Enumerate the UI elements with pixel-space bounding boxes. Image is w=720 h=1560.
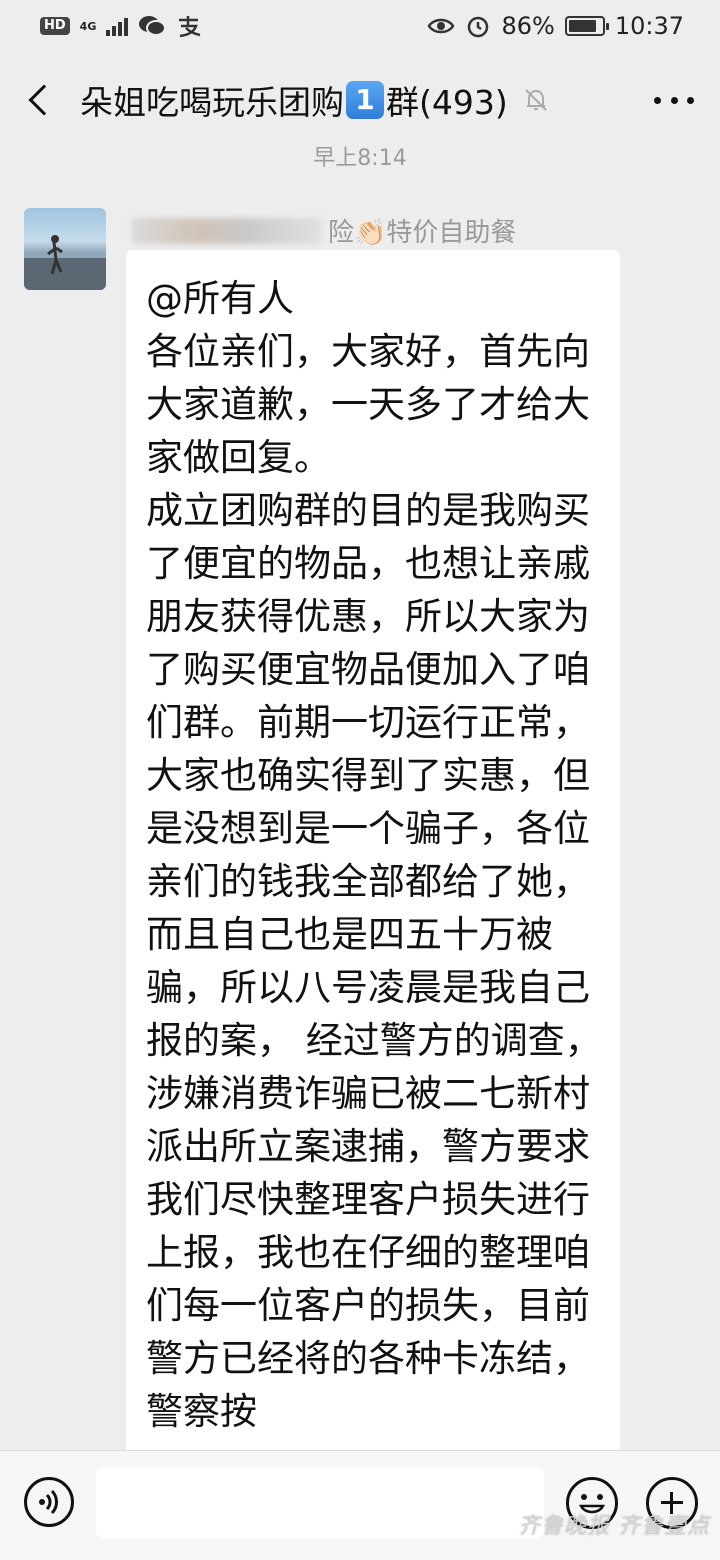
alarm-icon xyxy=(468,16,489,38)
battery-level xyxy=(568,20,597,32)
chat-title-suffix: 群(493) xyxy=(386,83,508,122)
wechat-group-chat-screen: HD 4G 86% 10:37 朵姐吃喝玩乐团购 1 群(493) 早上8:14… xyxy=(0,0,720,1560)
alipay-icon xyxy=(179,16,201,38)
sender-name: 险👏🏻特价自助餐 xyxy=(132,212,516,249)
back-button[interactable] xyxy=(0,52,80,148)
avatar-image xyxy=(24,235,106,290)
hd-badge: HD xyxy=(40,17,70,35)
watermark: 齐鲁晚报 齐鲁壹点 xyxy=(518,1514,710,1539)
chat-title: 朵姐吃喝玩乐团购 1 群(493) xyxy=(80,76,550,124)
sender-avatar[interactable] xyxy=(24,208,106,290)
message-text: @所有人 各位亲们，大家好，首先向大家道歉，一天多了才给大家做回复。 成立团购群… xyxy=(146,277,602,1433)
more-dot-icon xyxy=(687,96,694,104)
clock: 10:37 xyxy=(614,12,684,40)
more-dot-icon xyxy=(670,96,678,104)
eye-icon xyxy=(428,18,455,34)
chat-header: 朵姐吃喝玩乐团购 1 群(493) xyxy=(0,52,720,148)
blurred-name xyxy=(132,217,322,244)
status-bar-right: 86% 10:37 xyxy=(427,12,684,40)
status-bar: HD 4G 86% 10:37 xyxy=(0,0,720,52)
battery-icon xyxy=(564,16,609,36)
more-dot-icon xyxy=(654,96,661,104)
status-bar-left: HD 4G xyxy=(40,14,202,38)
message-timestamp: 早上8:14 xyxy=(313,146,407,171)
battery-percent: 86% xyxy=(501,12,555,40)
sender-name-text: 险👏🏻特价自助餐 xyxy=(328,218,517,248)
input-bar xyxy=(0,1450,720,1560)
voice-icon xyxy=(39,1489,58,1515)
signal-icon xyxy=(106,16,129,36)
wechat-icon xyxy=(139,16,167,36)
message-bubble[interactable]: @所有人 各位亲们，大家好，首先向大家道歉，一天多了才给大家做回复。 成立团购群… xyxy=(126,250,620,1490)
network-type: 4G xyxy=(79,19,97,33)
chat-title-prefix: 朵姐吃喝玩乐团购 xyxy=(80,83,344,122)
chevron-left-icon xyxy=(28,84,60,116)
message-input[interactable] xyxy=(96,1467,544,1539)
mute-bell-icon xyxy=(525,89,547,111)
voice-input-button[interactable] xyxy=(24,1477,74,1527)
keycap-number: 1 xyxy=(346,81,384,119)
more-options-button[interactable] xyxy=(654,82,694,118)
